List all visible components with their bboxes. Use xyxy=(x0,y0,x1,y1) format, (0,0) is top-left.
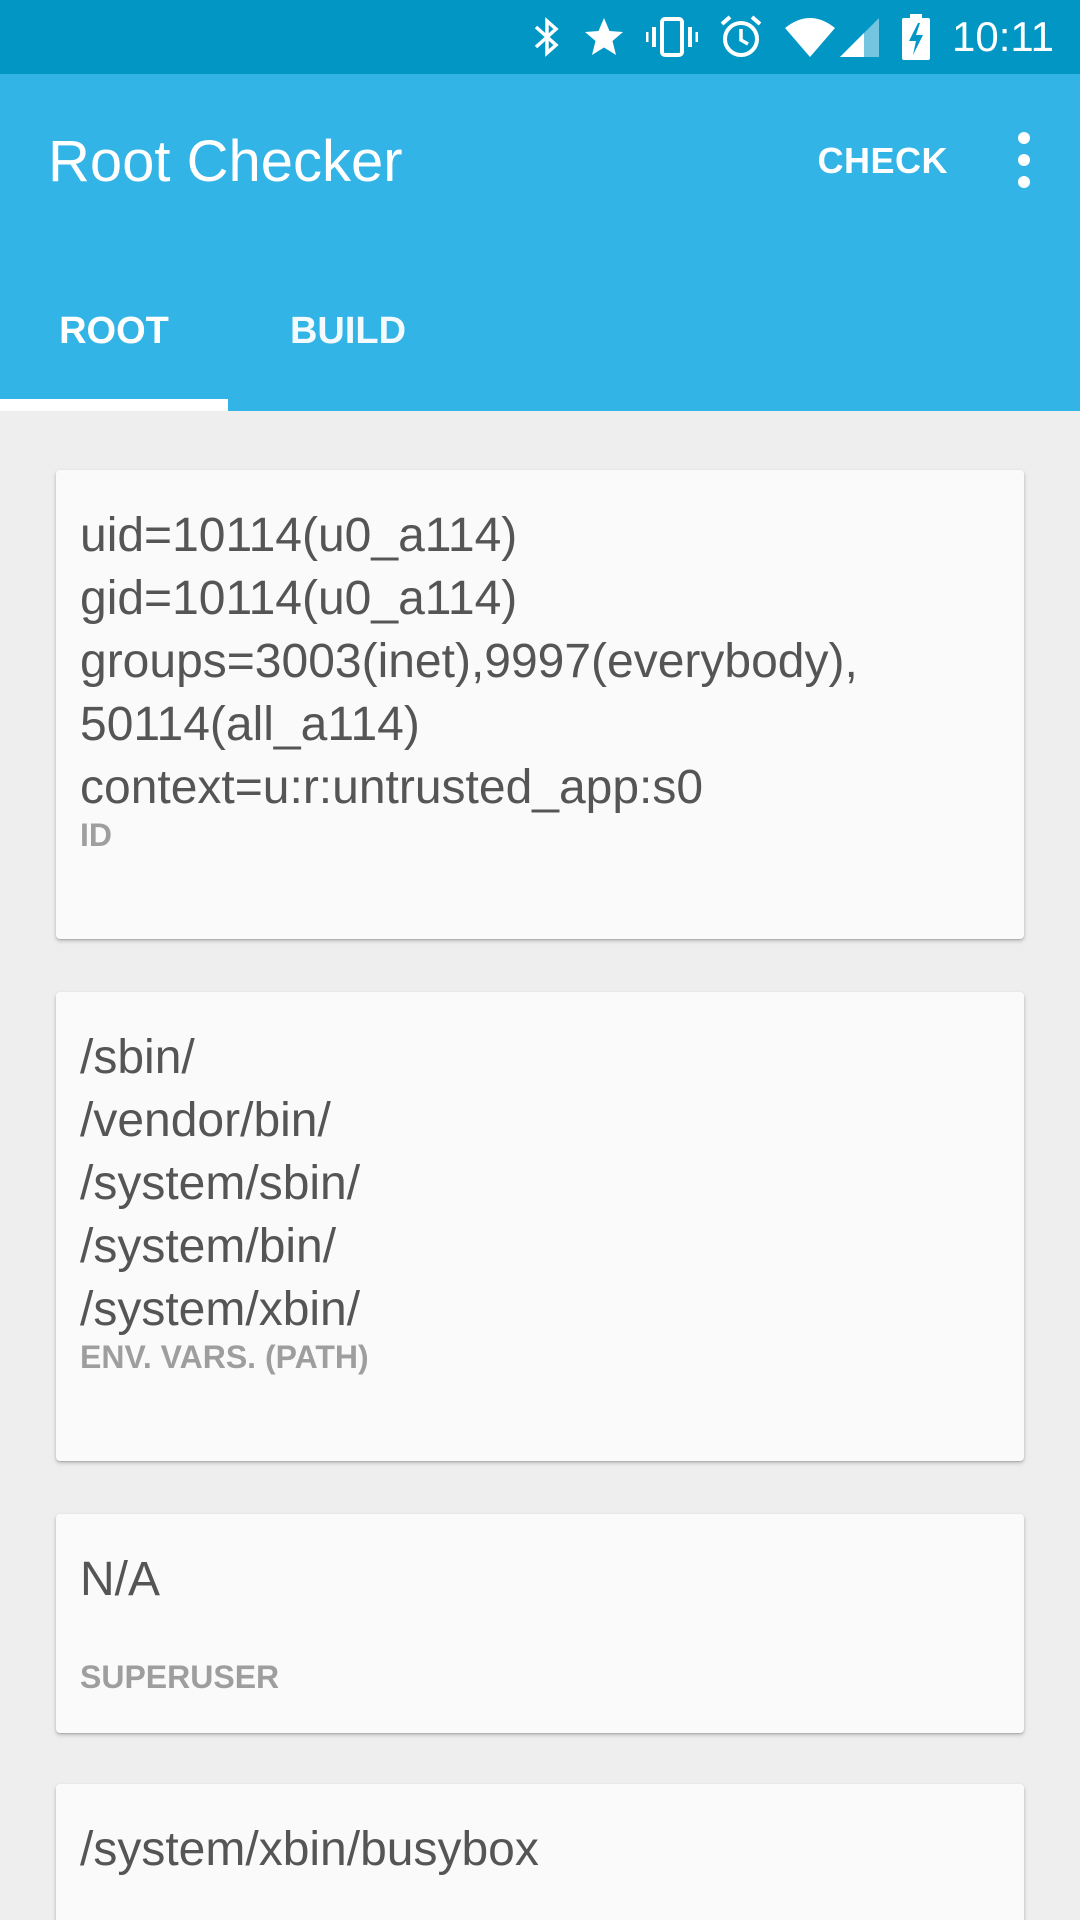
busybox-value: /system/xbin/busybox xyxy=(80,1823,539,1876)
tab-indicator xyxy=(0,399,228,411)
cell-signal-icon xyxy=(840,0,880,74)
tab-bar: ROOT BUILD xyxy=(0,251,1080,411)
check-button[interactable]: CHECK xyxy=(817,140,948,182)
more-vert-icon[interactable] xyxy=(1004,132,1044,188)
tab-build[interactable]: BUILD xyxy=(228,251,468,411)
app-title: Root Checker xyxy=(48,129,403,194)
alarm-icon xyxy=(718,0,764,74)
superuser-card: N/A SUPERUSER xyxy=(56,1514,1024,1733)
status-icons: 10:11 xyxy=(512,0,1054,74)
id-value: uid=10114(u0_a114) gid=10114(u0_a114) gr… xyxy=(80,509,858,814)
content-list[interactable]: uid=10114(u0_a114) gid=10114(u0_a114) gr… xyxy=(0,411,1080,1920)
superuser-label: SUPERUSER xyxy=(80,1659,280,1695)
id-label: ID xyxy=(80,817,112,853)
superuser-value: N/A xyxy=(80,1553,161,1606)
path-card: /sbin/ /vendor/bin/ /system/sbin/ /syste… xyxy=(56,992,1024,1461)
vibrate-icon xyxy=(646,0,698,74)
tab-root[interactable]: ROOT xyxy=(0,251,228,411)
id-card: uid=10114(u0_a114) gid=10114(u0_a114) gr… xyxy=(56,470,1024,939)
path-value: /sbin/ /vendor/bin/ /system/sbin/ /syste… xyxy=(80,1031,361,1336)
star-icon xyxy=(582,0,626,74)
app-bar: Root Checker CHECK ROOT BUILD xyxy=(0,74,1080,411)
busybox-card: /system/xbin/busybox xyxy=(56,1784,1024,1920)
bluetooth-icon xyxy=(532,0,562,74)
path-label: ENV. VARS. (PATH) xyxy=(80,1339,369,1375)
status-time: 10:11 xyxy=(952,13,1054,60)
battery-charging-icon xyxy=(902,0,930,74)
wifi-icon xyxy=(784,0,836,74)
status-bar: 10:11 xyxy=(0,0,1080,74)
